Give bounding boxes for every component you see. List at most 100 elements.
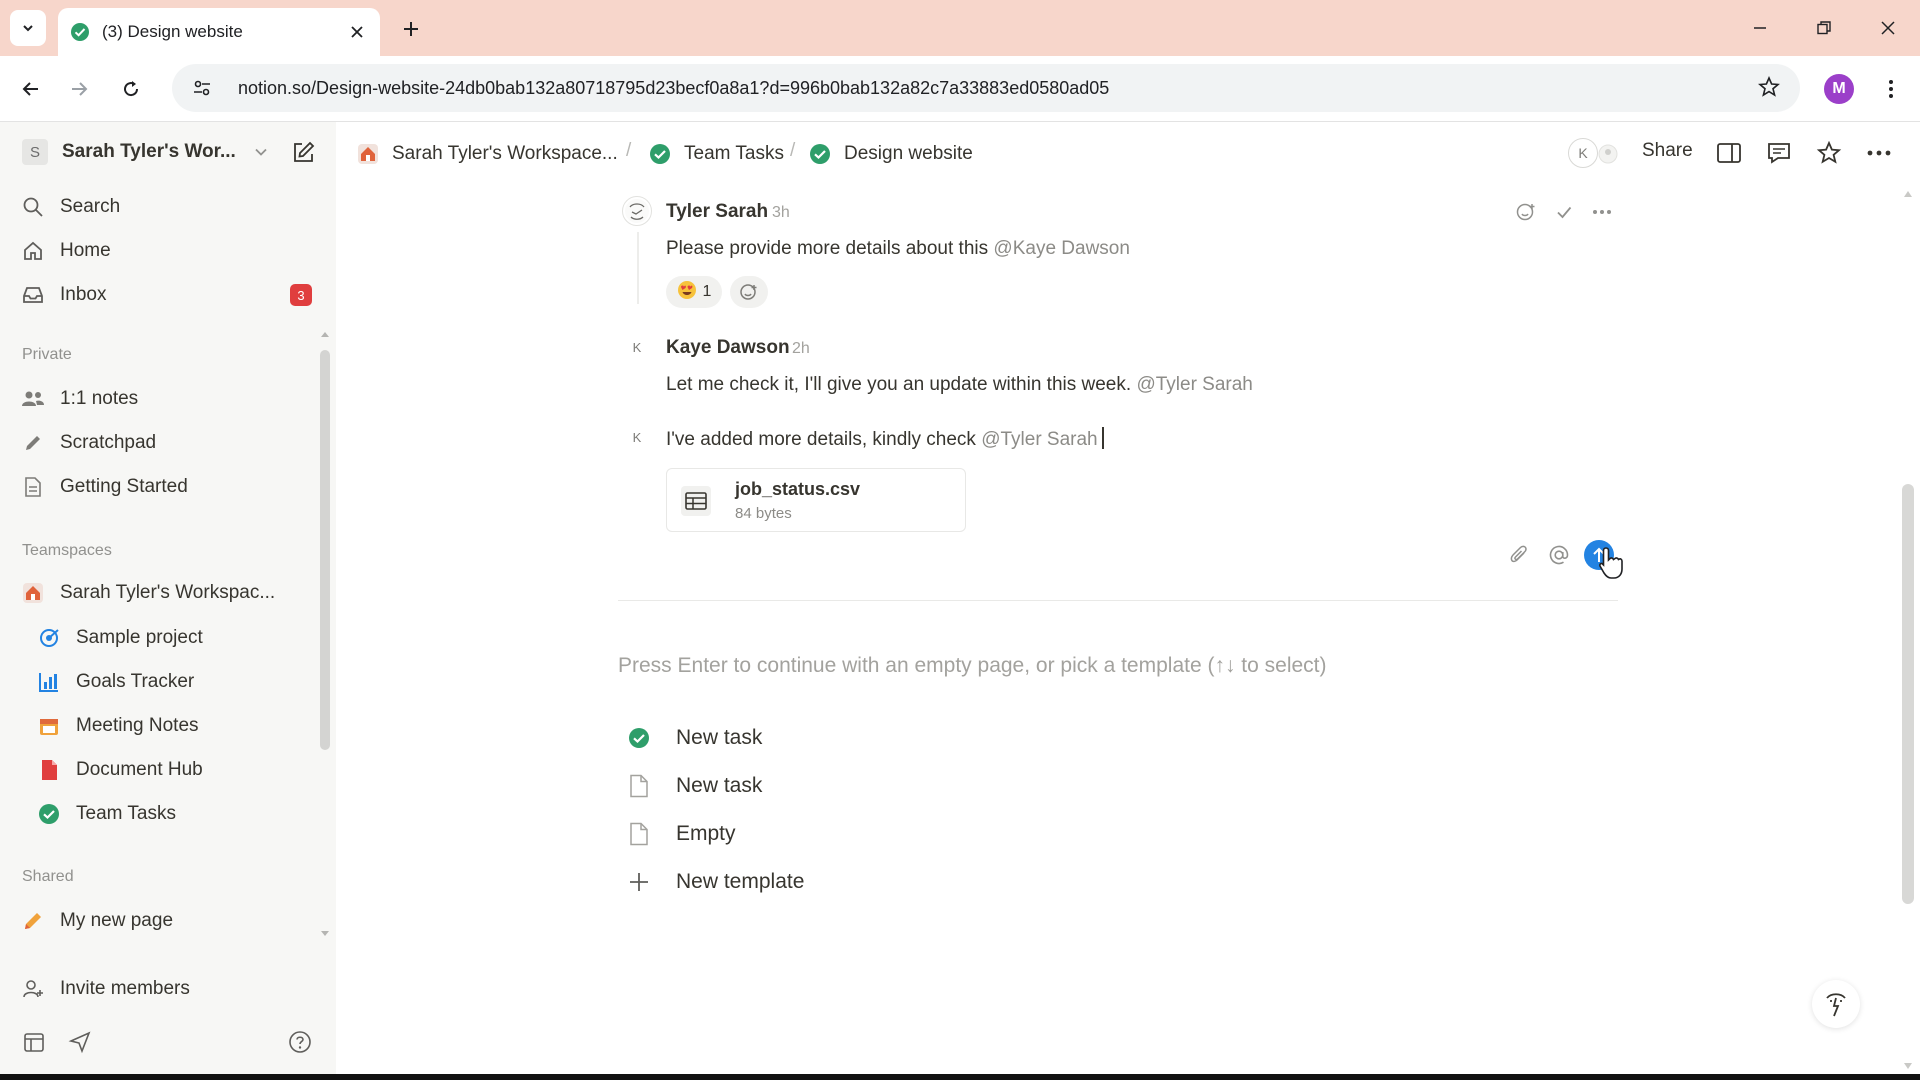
attach-file-icon[interactable] (1504, 540, 1534, 570)
comments-icon[interactable] (1764, 138, 1794, 168)
browser-tab[interactable]: (3) Design website (58, 8, 380, 56)
page-scrollbar[interactable] (1902, 484, 1914, 904)
more-options-icon[interactable] (1864, 138, 1894, 168)
forward-button[interactable] (62, 72, 96, 106)
restore-button[interactable] (1804, 10, 1844, 46)
comment-author[interactable]: Tyler Sarah (666, 201, 768, 223)
sidebar-item-meeting-notes[interactable]: Meeting Notes (36, 708, 336, 744)
sidebar-item-1-1-notes[interactable]: 1:1 notes (20, 381, 320, 417)
arrow-right-icon (72, 82, 88, 96)
reaction-chip[interactable]: 1 (666, 276, 722, 308)
add-reaction-button[interactable] (730, 276, 768, 308)
close-window-button[interactable] (1868, 10, 1908, 46)
notion-ai-button[interactable] (1812, 980, 1860, 1028)
kebab-menu-icon (1889, 80, 1893, 98)
plus-icon (626, 869, 652, 895)
chevron-down-icon (255, 148, 267, 156)
check-circle-icon (626, 725, 652, 751)
address-bar[interactable]: notion.so/Design-website-24db0bab132a807… (172, 64, 1800, 112)
url-text: notion.so/Design-website-24db0bab132a807… (238, 77, 1110, 98)
sidebar-item-invite-members[interactable]: Invite members (20, 971, 320, 1007)
sidebar-item-inbox[interactable]: Inbox (20, 277, 320, 313)
section-label-teamspaces: Teamspaces (22, 542, 112, 559)
scroll-down-icon[interactable] (320, 930, 330, 938)
more-options-icon[interactable] (1588, 198, 1616, 226)
mention[interactable]: @Tyler Sarah (1136, 374, 1252, 395)
template-new-template[interactable]: New template (626, 864, 804, 900)
chevron-down-icon (23, 25, 33, 32)
thread-line (637, 232, 639, 304)
back-button[interactable] (14, 72, 48, 106)
sidebar-item-document-hub[interactable]: Document Hub (36, 752, 336, 788)
template-new-task[interactable]: New task (626, 720, 762, 756)
avatar (622, 196, 652, 226)
tab-search-button[interactable] (10, 10, 46, 46)
sidebar-item-label: Home (60, 240, 111, 261)
check-circle-icon (648, 142, 672, 166)
sidebar-item-sample-project[interactable]: Sample project (36, 620, 336, 656)
template-empty[interactable]: Empty (626, 816, 736, 852)
sidebar-item-label: Sarah Tyler's Workspac... (60, 582, 276, 603)
bookmark-star-icon[interactable] (1757, 75, 1781, 103)
scroll-up-icon[interactable] (1902, 188, 1914, 200)
people-icon (20, 386, 46, 412)
sidebar-item-goals-tracker[interactable]: Goals Tracker (36, 664, 336, 700)
sidebar-item-scratchpad[interactable]: Scratchpad (20, 425, 320, 461)
sidebar-item-teamspace[interactable]: Sarah Tyler's Workspac... (20, 575, 320, 611)
collaborator-avatar[interactable]: K (1568, 138, 1598, 168)
mention[interactable]: @Kaye Dawson (993, 238, 1130, 259)
close-icon[interactable] (346, 21, 368, 43)
restore-icon (1817, 21, 1831, 35)
templates-icon[interactable] (22, 1030, 46, 1059)
table-icon (681, 486, 711, 516)
mention[interactable]: @Tyler Sarah (981, 429, 1097, 450)
reload-button[interactable] (114, 72, 148, 106)
favorite-star-icon[interactable] (1814, 138, 1844, 168)
compose-icon (294, 141, 315, 162)
send-icon[interactable] (68, 1030, 92, 1059)
breadcrumb-team-tasks[interactable]: Team Tasks (648, 140, 784, 168)
side-peek-icon[interactable] (1714, 138, 1744, 168)
scroll-down-icon[interactable] (1902, 1060, 1914, 1072)
add-reaction-icon[interactable] (1512, 198, 1540, 226)
reload-icon (124, 81, 139, 97)
browser-menu-button[interactable] (1876, 74, 1906, 104)
minimize-button[interactable] (1740, 10, 1780, 46)
workspace-avatar: S (22, 139, 48, 165)
sidebar-item-label: Inbox (60, 284, 107, 305)
avatar: K (632, 429, 642, 445)
resolve-check-icon[interactable] (1550, 198, 1578, 226)
template-label: New task (676, 774, 763, 797)
comment-author[interactable]: Kaye Dawson (666, 337, 790, 359)
attachment-size: 84 bytes (735, 505, 792, 522)
share-button[interactable]: Share (1642, 140, 1693, 162)
sidebar-item-home[interactable]: Home (20, 233, 320, 269)
collaborator-avatar-2[interactable] (1598, 144, 1618, 169)
empty-page-placeholder[interactable]: Press Enter to continue with an empty pa… (618, 654, 1327, 678)
comment-input[interactable]: I've added more details, kindly check @T… (666, 427, 1104, 451)
sidebar-item-search[interactable]: Search (20, 189, 320, 225)
breadcrumb-design-website[interactable]: Design website (808, 140, 973, 168)
sidebar-scrollbar[interactable] (320, 350, 330, 750)
sidebar-item-my-new-page[interactable]: My new page (20, 903, 320, 939)
new-tab-button[interactable] (396, 14, 426, 44)
workspace-switcher[interactable]: S Sarah Tyler's Wor... (22, 136, 268, 168)
calendar-icon (36, 713, 62, 739)
new-page-button[interactable] (290, 140, 316, 166)
profile-avatar[interactable]: M (1824, 74, 1854, 104)
breadcrumb-workspace[interactable]: Sarah Tyler's Workspace... (356, 140, 618, 168)
mention-at-icon[interactable] (1544, 540, 1574, 570)
sidebar-item-getting-started[interactable]: Getting Started (20, 469, 320, 505)
reaction-count: 1 (702, 283, 712, 300)
comment-time: 3h (772, 204, 790, 221)
breadcrumb-label: Design website (844, 143, 973, 164)
help-icon[interactable] (288, 1030, 312, 1059)
sidebar-item-label: My new page (60, 910, 174, 931)
site-settings-icon[interactable] (190, 76, 214, 100)
scroll-up-icon[interactable] (320, 330, 330, 338)
file-attachment[interactable]: job_status.csv 84 bytes (666, 468, 966, 532)
sidebar-item-team-tasks[interactable]: Team Tasks (36, 796, 336, 832)
template-new-task-blank[interactable]: New task (626, 768, 762, 804)
attachment-name: job_status.csv (735, 479, 861, 499)
minimize-icon (1754, 27, 1766, 29)
